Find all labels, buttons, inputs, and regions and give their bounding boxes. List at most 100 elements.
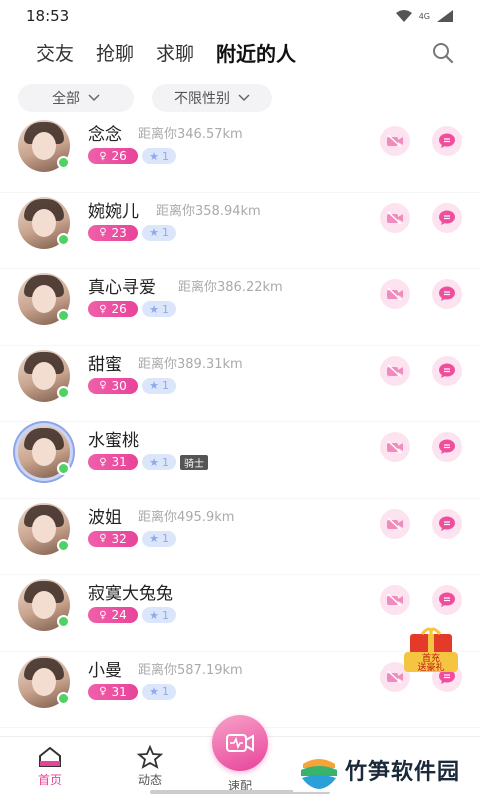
speed-match-button[interactable] [212,715,268,771]
online-dot [57,232,70,246]
user-distance: 距离你587.19km [138,662,243,678]
chat-icon [439,286,455,301]
age-value: 26 [111,149,127,163]
chat-icon [439,133,455,148]
status-time: 18:53 [26,7,70,25]
online-dot [57,385,70,399]
level-value: 1 [161,532,169,545]
level-badge: ★ 1 [142,301,176,317]
nav-dynamic-label: 动态 [137,773,162,787]
age-badge: ♀ 30 [88,377,138,394]
video-call-button[interactable] [380,585,410,615]
nav-dynamic[interactable]: 动态 [120,745,180,788]
filter-gender-dropdown[interactable]: 不限性别 [152,84,272,112]
wifi-icon [395,10,412,22]
user-distance: 距离你386.22km [178,280,283,295]
user-badges: ♀ 26 ★ 1 [88,301,176,317]
list-item[interactable]: 波姐 距离你495.9km ♀ 32 ★ 1 [0,499,480,575]
first-recharge-gift-badge[interactable]: 首充 送豪礼 [402,626,460,674]
user-distance: 距离你495.9km [138,509,235,525]
tab-grab-chat[interactable]: 抢聊 [96,39,134,66]
user-badges: ♀ 31 ★ 1 骑士 [88,454,208,470]
chat-button[interactable] [432,585,462,615]
user-badges: ♀ 31 ★ 1 [88,683,176,700]
user-name: 念念 [88,125,122,145]
video-call-button[interactable] [380,202,410,233]
video-call-button[interactable] [380,355,410,386]
signal-icon [437,10,453,22]
level-value: 1 [161,149,169,163]
age-value: 24 [111,608,127,622]
age-badge: ♀ 26 [88,301,138,317]
chat-button[interactable] [432,508,462,539]
status-bar: 18:53 4G [0,0,480,32]
list-item[interactable]: 婉婉儿 距离你358.94km ♀ 23 ★ 1 [0,193,480,269]
level-value: 1 [161,302,169,316]
user-distance: 距离你358.94km [156,203,261,219]
age-badge: ♀ 24 [88,607,138,623]
chat-button[interactable] [432,432,462,462]
star-icon [137,745,163,769]
chat-button[interactable] [432,202,462,233]
tab-seek-chat[interactable]: 求聊 [156,39,194,66]
online-dot [57,309,70,322]
chevron-down-icon [88,94,100,102]
age-value: 31 [111,684,127,699]
chat-button[interactable] [432,126,462,156]
video-off-icon [387,134,403,148]
user-badges: ♀ 23 ★ 1 [88,224,176,241]
video-call-button[interactable] [380,126,410,156]
age-value: 31 [111,455,127,469]
user-name: 小曼 [88,660,122,681]
age-value: 23 [111,225,127,240]
user-badges: ♀ 24 ★ 1 [88,607,176,623]
level-badge: ★ 1 [142,683,176,700]
status-icons: 4G [395,9,454,23]
video-call-button[interactable] [380,279,410,309]
chevron-down-icon [238,94,250,102]
tab-nearby[interactable]: 附近的人 [216,38,296,67]
user-distance: 距离你389.31km [138,356,243,372]
level-badge: ★ 1 [142,530,176,547]
chat-icon [439,592,455,607]
video-off-icon [387,287,403,301]
user-badges: ♀ 32 ★ 1 [88,530,176,547]
video-pulse-icon [226,734,254,752]
video-off-icon [387,210,403,225]
nav-home[interactable]: 首页 [20,745,80,788]
chat-button[interactable] [432,355,462,386]
nav-home-label: 首页 [37,773,62,787]
level-value: 1 [161,608,169,622]
level-badge: ★ 1 [142,148,176,164]
age-value: 32 [111,531,127,546]
user-distance: 距离你346.57km [138,127,243,142]
online-dot [57,538,70,552]
age-badge: ♀ 26 [88,148,138,164]
user-name: 波姐 [88,507,122,528]
online-dot [57,691,70,705]
video-call-button[interactable] [380,508,410,539]
search-icon[interactable] [432,42,454,64]
filter-gender-label: 不限性别 [174,91,230,107]
user-name: 水蜜桃 [88,431,139,451]
chat-icon [439,210,455,225]
age-value: 30 [111,378,127,393]
list-item[interactable]: 念念 距离你346.57km ♀ 26 ★ 1 [0,116,480,193]
user-name: 真心寻爱 [88,278,156,298]
chat-button[interactable] [432,279,462,309]
age-badge: ♀ 31 [88,454,138,470]
knight-badge: 骑士 [180,454,208,470]
list-item[interactable]: 甜蜜 距离你389.31km ♀ 30 ★ 1 [0,346,480,422]
video-call-button[interactable] [380,432,410,462]
user-name: 寂寞大兔兔 [88,584,173,604]
video-off-icon [387,593,403,607]
video-off-icon [387,363,403,378]
network-label: 4G [418,11,430,21]
level-value: 1 [161,455,169,469]
list-item[interactable]: 真心寻爱 距离你386.22km ♀ 26 ★ 1 [0,269,480,346]
list-item[interactable]: 水蜜桃 ♀ 31 ★ 1 骑士 [0,422,480,499]
filter-all-dropdown[interactable]: 全部 [18,84,134,112]
tab-friends[interactable]: 交友 [36,39,74,66]
filter-all-label: 全部 [52,91,80,107]
age-badge: ♀ 32 [88,530,138,547]
